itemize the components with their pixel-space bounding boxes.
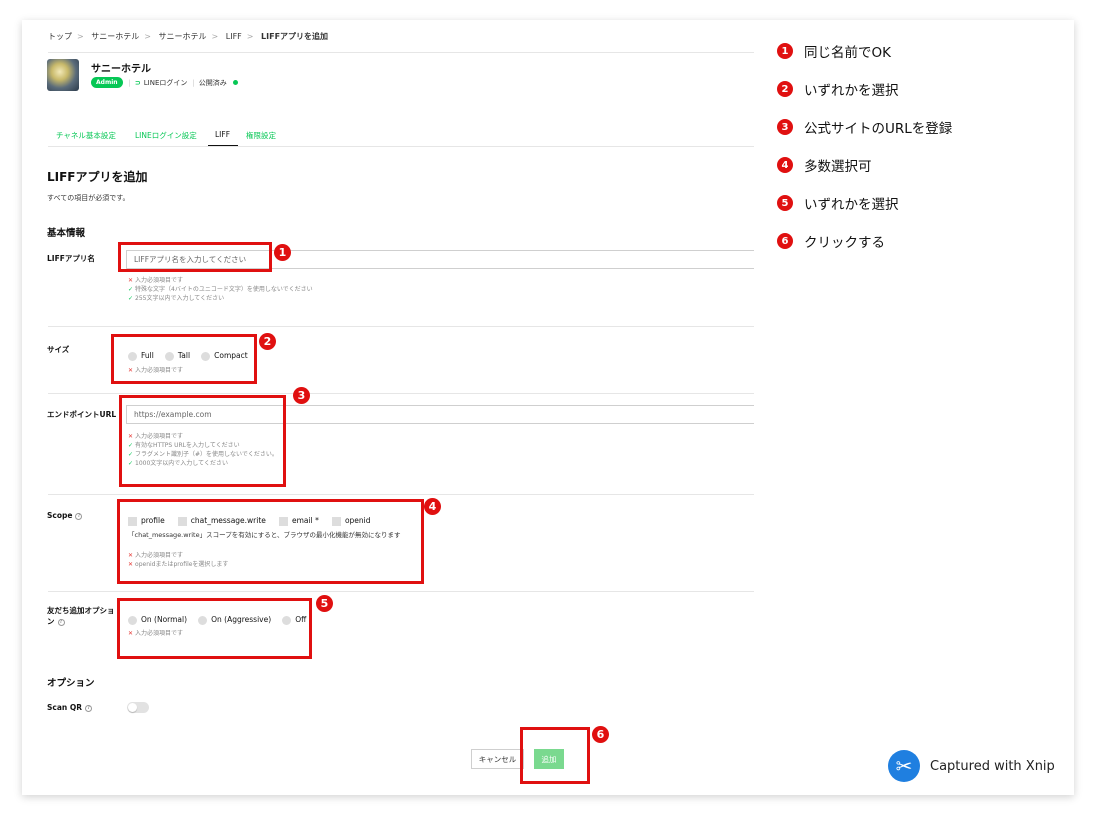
status-dot-icon [232, 80, 238, 85]
callout-number-6: 6 [592, 726, 609, 743]
channel-avatar [47, 59, 79, 91]
tab-liff[interactable]: LIFF [215, 130, 230, 139]
note-number: 6 [777, 233, 793, 249]
check-icon: ✓ [128, 295, 134, 302]
tab-channel-basic[interactable]: チャネル基本設定 [56, 130, 116, 141]
callout-number-2: 2 [259, 333, 276, 350]
note-number: 1 [777, 43, 793, 59]
note-number: 4 [777, 157, 793, 173]
check-icon: ✓ [128, 286, 134, 293]
note-item-2: 2 いずれかを選択 [777, 79, 899, 99]
breadcrumb-item[interactable]: サニーホテル [91, 32, 139, 41]
annotation-box-1 [118, 242, 272, 272]
xnip-logo-icon: ✂ [888, 750, 920, 782]
annotation-box-4 [117, 499, 424, 584]
admin-badge: Admin [91, 77, 123, 88]
hint-text: 入力必須項目です [135, 277, 184, 284]
note-number: 5 [777, 195, 793, 211]
field-label-endpoint: エンドポイントURL [47, 410, 117, 419]
note-text: いずれかを選択 [804, 197, 899, 213]
screenshot-frame: トップ > サニーホテル > サニーホテル > LIFF > LIFFアプリを追加 サニ… [22, 20, 1074, 795]
field-label-app-name: LIFFアプリ名 [47, 254, 95, 263]
callout-number-1: 1 [274, 244, 291, 261]
meta-separator: | [128, 78, 131, 87]
note-item-4: 4 多数選択可 [777, 155, 872, 175]
publish-status: 公開済み [198, 78, 227, 87]
hint-text: 特殊な文字（4バイトのユニコード文字）を使用しないでください [135, 286, 313, 293]
note-item-6: 6 クリックする [777, 231, 885, 251]
note-item-5: 5 いずれかを選択 [777, 193, 899, 213]
breadcrumb-separator: > [246, 32, 254, 41]
scan-qr-toggle[interactable] [127, 702, 149, 713]
help-icon[interactable]: ? [75, 512, 83, 520]
page-title: LIFFアプリを追加 [47, 170, 148, 184]
field-label-scan-qr: Scan QR? [47, 703, 93, 712]
breadcrumb-separator: > [144, 32, 151, 41]
app-name-hints: ✕ 入力必須項目です ✓ 特殊な文字（4バイトのユニコード文字）を使用しないでくださ… [128, 276, 313, 303]
breadcrumb-separator: > [211, 32, 219, 41]
note-text: 多数選択可 [804, 159, 872, 175]
breadcrumb-separator: > [77, 32, 84, 41]
note-item-3: 3 公式サイトのURLを登録 [777, 117, 952, 137]
channel-name: サニーホテル [91, 64, 151, 75]
liff-form-panel: トップ > サニーホテル > サニーホテル > LIFF > LIFFアプリを追加 サニ… [22, 20, 754, 795]
field-label-scope: Scope? [47, 511, 83, 520]
note-text: いずれかを選択 [804, 83, 899, 99]
annotation-box-6 [520, 727, 590, 784]
divider [48, 494, 754, 495]
callout-number-4: 4 [424, 498, 441, 515]
toggle-knob [128, 703, 137, 712]
cancel-button[interactable]: キャンセル [471, 749, 524, 769]
scope-label-text: Scope [47, 511, 73, 520]
tab-line-login[interactable]: LINEログイン設定 [135, 130, 197, 141]
xnip-watermark: ✂ Captured with Xnip [888, 750, 1055, 782]
note-text: クリックする [804, 235, 885, 251]
watermark-text: Captured with Xnip [930, 758, 1055, 774]
note-item-1: 1 同じ名前でOK [777, 41, 891, 61]
line-login-icon: ⊃ [134, 78, 141, 87]
divider [48, 146, 754, 147]
breadcrumb: トップ > サニーホテル > サニーホテル > LIFF > LIFFアプリを追加 [48, 31, 328, 42]
tab-permissions[interactable]: 権限設定 [246, 130, 276, 141]
divider [48, 591, 754, 592]
channel-meta: Admin | ⊃ LINEログイン | 公開済み [91, 77, 238, 88]
breadcrumb-item[interactable]: LIFF [226, 32, 242, 41]
divider [48, 52, 754, 53]
breadcrumb-item[interactable]: サニーホテル [159, 32, 207, 41]
section-basic-info: 基本情報 [47, 228, 86, 239]
breadcrumb-item[interactable]: トップ [48, 32, 72, 41]
callout-number-5: 5 [316, 595, 333, 612]
error-icon: ✕ [128, 277, 134, 284]
callout-number-3: 3 [293, 387, 310, 404]
breadcrumb-current: LIFFアプリを追加 [261, 32, 329, 41]
page-subtitle: すべての項目が必須です。 [47, 194, 130, 202]
field-label-size: サイズ [47, 345, 70, 354]
login-type: LINEログイン [143, 78, 188, 87]
note-number: 3 [777, 119, 793, 135]
section-options: オプション [47, 678, 95, 689]
meta-separator: | [192, 78, 195, 87]
scan-qr-label-text: Scan QR [47, 703, 83, 712]
divider [48, 393, 754, 394]
help-icon[interactable]: ? [57, 618, 65, 626]
note-text: 公式サイトのURLを登録 [804, 121, 953, 137]
note-text: 同じ名前でOK [804, 45, 891, 61]
label-line: 友だち追加オプショ [47, 606, 115, 615]
help-icon[interactable]: ? [85, 704, 93, 712]
annotation-box-3 [119, 395, 286, 487]
hint-text: 255文字以内で入力してください [135, 295, 225, 302]
label-line: ン [47, 617, 55, 626]
note-number: 2 [777, 81, 793, 97]
annotation-box-2 [111, 334, 257, 384]
divider [48, 326, 754, 327]
annotation-box-5 [117, 598, 312, 659]
field-label-friend-option: 友だち追加オプショ ン? [47, 605, 115, 627]
